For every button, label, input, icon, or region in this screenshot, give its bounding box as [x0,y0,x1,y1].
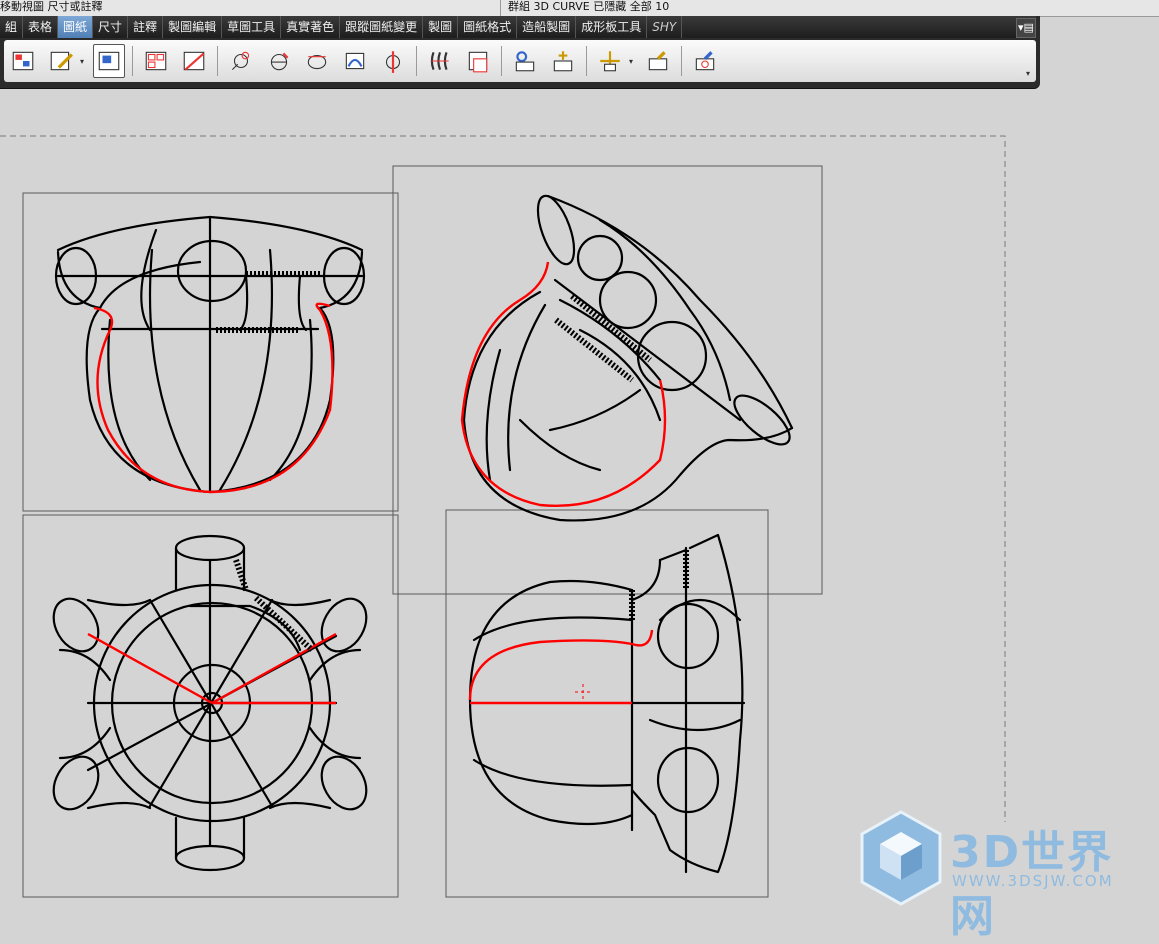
ribbon-options-button[interactable]: ▾▤ [1016,18,1036,38]
toolbar-separator [501,46,502,76]
iso-view-geometry [462,194,794,522]
tab-2[interactable]: 圖紙 [58,16,94,38]
toolbar-separator [681,46,682,76]
view-dependent-edit-icon[interactable] [547,44,579,78]
drawing-canvas[interactable] [0,0,1159,915]
iso-view-hatch [554,293,652,383]
ribbon: 組表格 圖紙 尺寸 註釋 製圖編輯 草圖工具 真實著色 跟蹤圖紙變更 製圖 圖紙格式 造船製圖 成形板… [0,16,1040,88]
ribbon-tabs: 組表格 圖紙 尺寸 註釋 製圖編輯 草圖工具 真實著色 跟蹤圖紙變更 製圖 圖紙格式 造船製圖 成形板… [0,16,1036,38]
break-view-icon[interactable] [462,44,494,78]
toolbar-expand-icon[interactable]: ▾ [1026,69,1030,78]
view-label-icon[interactable] [424,44,456,78]
move-view-icon[interactable] [594,44,626,78]
watermark-url: WWW.3DSJW.COM [952,872,1114,890]
tab-13[interactable]: SHY [647,16,683,38]
watermark-cube-logo [860,810,942,906]
centerline-icon[interactable] [339,44,371,78]
watermark: 3D世界网 WWW.3DSJW.COM [858,810,1158,942]
tab-4[interactable]: 註釋 [128,16,164,38]
edit-drawing-icon[interactable] [45,44,77,78]
toolbar-separator [586,46,587,76]
hatch-icon[interactable] [377,44,409,78]
drawing-toolbar: ▾ ▾ ▾ [4,40,1036,82]
base-view-icon[interactable] [93,44,125,78]
drawing-sheet-icon[interactable] [7,44,39,78]
toolbar-separator [132,46,133,76]
projected-view-icon[interactable] [140,44,172,78]
toolbar-separator [416,46,417,76]
update-views-icon[interactable] [509,44,541,78]
tab-0[interactable]: 組 [0,16,24,38]
view-frame-iso[interactable] [392,165,823,595]
revolved-section-icon[interactable] [301,44,333,78]
tab-7[interactable]: 真實著色 [281,16,341,38]
front-view-hatch [216,271,320,333]
tab-6[interactable]: 草圖工具 [222,16,282,38]
tab-8[interactable]: 跟蹤圖紙變更 [340,16,424,38]
tab-11[interactable]: 造船製圖 [517,16,577,38]
break-line-icon[interactable] [263,44,295,78]
dropdown-arrow-icon[interactable]: ▾ [629,57,639,66]
dropdown-arrow-icon[interactable]: ▾ [80,57,90,66]
right-view-red-curve [468,629,654,701]
tab-1[interactable]: 表格 [23,16,59,38]
toolbar-separator [217,46,218,76]
detail-view-icon[interactable] [225,44,257,78]
snapshot-icon[interactable] [689,44,721,78]
tab-3[interactable]: 尺寸 [93,16,129,38]
section-view-icon[interactable] [178,44,210,78]
tab-9[interactable]: 製圖 [423,16,459,38]
tab-12[interactable]: 成形板工具 [576,16,648,38]
tab-10[interactable]: 圖紙格式 [458,16,518,38]
view-origin-marker [575,684,592,700]
camera-icon[interactable] [642,44,674,78]
tab-5[interactable]: 製圖編輯 [163,16,223,38]
